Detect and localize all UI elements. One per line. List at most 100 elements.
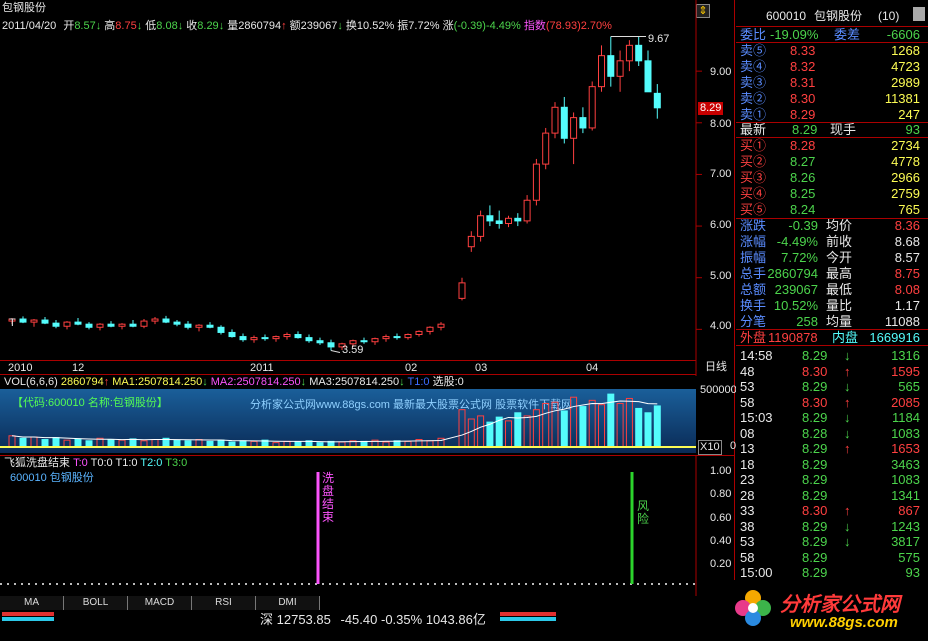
candle-body [505,217,512,224]
volume-bar [560,410,568,448]
tick-row: 33 8.30 ↑ 867 [740,503,920,518]
date-label: 2011 [250,362,274,374]
price-tick: 5.00 [710,270,732,282]
tick-row: 28 8.29 1341 [740,487,920,503]
tick-row: 58 8.30 ↑ 2085 [740,394,920,410]
volume-bar [458,409,466,448]
date-label: 03 [475,362,488,374]
candle-body [250,337,258,341]
breadth-bar-down [2,617,54,621]
volume-bar [477,415,485,448]
volume-bar [588,399,596,448]
volume-bar [625,397,633,448]
candle-body [118,323,126,327]
scroll-toggle-icon[interactable] [913,7,925,21]
volume-bar [644,412,652,448]
ind-tick: 0.40 [710,535,732,547]
signal-label-1: 洗盘结束 [322,471,335,524]
tick-row: 14:58 8.29 ↓ 1316 [740,348,920,363]
candle-body [74,321,82,325]
candle-body [195,324,203,328]
candle-body [551,106,559,134]
bottom-bar: MA BOLL MACD RSI DMI 深 12753.85 -45.40 -0.35… [0,580,928,641]
volume-bar [30,436,38,448]
stat-row: 总额 239067 最低 8.08 [740,282,920,297]
candle-body [316,340,324,344]
chart-panel: 包钢股份 2011/04/20 开8.57↓ 高8.75↓ 低8.08↓ 收8.… [0,0,737,596]
volume-bar [635,407,643,448]
volume-bar [41,439,49,448]
candle-body [151,318,159,322]
volume-bar [523,415,531,448]
ind-tick: 0.60 [710,512,732,524]
candle-body [560,106,568,139]
signal-label-2: 风险 [637,499,650,526]
candle-body [616,60,624,77]
volume-bar [542,402,550,448]
ask-row: 卖③ 8.31 2989 [740,75,920,90]
candle-body [30,319,38,323]
bid-row: 买② 8.27 4778 [740,154,920,169]
tab-dmi[interactable]: DMI [256,596,320,610]
volume-bar [217,439,225,448]
candle-body [96,323,104,328]
candle-body [635,44,643,62]
tab-boll[interactable]: BOLL [64,596,128,610]
date-label: 2010 [8,362,33,374]
logo: 分析家公式网 www.88gs.com [728,580,928,641]
volume-ma-line [11,400,658,443]
candle-body [206,324,214,328]
candle-body [393,336,401,339]
ask-row: 卖⑤ 8.33 1268 [740,43,920,58]
volume-bar [74,438,82,448]
candle-body [426,326,434,332]
tab-macd[interactable]: MACD [128,596,192,610]
tab-rsi[interactable]: RSI [192,596,256,610]
weibi-row: 委比 -19.09% 委差 -6606 [740,27,920,42]
high-marker: 9.67 [648,33,670,45]
candle-body [598,55,605,88]
candle-body [570,117,578,139]
candle-body [404,334,412,339]
volume-bar [118,439,126,448]
volume-bar [107,439,115,448]
index-status[interactable]: 深 12753.85 -45.40 -0.35% 1043.86亿 [260,612,486,628]
candle-body [63,321,71,327]
candle-body [173,321,181,325]
candle-body [467,235,475,248]
ask-row: 卖② 8.30 11381 [740,91,920,106]
tab-ma[interactable]: MA [0,596,64,610]
breadth-bar-up [2,612,54,616]
bid-row: 买① 8.28 2734 [740,138,920,153]
price-chart [8,0,702,376]
candle-body [239,336,247,341]
candle-body [261,337,269,340]
tick-row: 53 8.29 ↓ 3817 [740,534,920,549]
volume-panel: 【代码:600010 名称:包钢股份】 分析家公式网www.88gs.com 最… [0,389,696,453]
latest-row: 最新 8.29 现手 93 [740,122,920,137]
tick-row: 15:00 8.29 93 [740,565,920,580]
candle-body [19,318,27,323]
price-tick: 6.00 [710,219,732,231]
candle-body [41,319,49,324]
vol-multiplier[interactable]: X10 [698,440,722,455]
candle-body [228,331,236,338]
candle-body [653,92,661,109]
candle-body [162,318,170,323]
candle-body [107,323,115,327]
candle-body [458,282,466,299]
candle-body [514,217,522,222]
candle-body [371,338,379,343]
logo-text: 分析家公式网 [780,594,900,616]
stat-row: 涨跌 -0.39 均价 8.36 [740,218,920,233]
volume-bar [19,437,27,448]
candle-body [85,323,93,328]
quote-title: 600010 包钢股份 (10) [766,9,900,23]
vol-axis-max: 500000 [700,384,737,396]
low-marker: 3.59 [342,344,364,356]
candle-body [217,326,225,333]
stat-row: 涨幅 -4.49% 前收 8.68 [740,234,920,249]
current-price-tag: 8.29 [698,102,724,115]
period-label[interactable]: 日线 [705,361,727,374]
tick-row: 48 8.30 ↑ 1595 [740,363,920,379]
